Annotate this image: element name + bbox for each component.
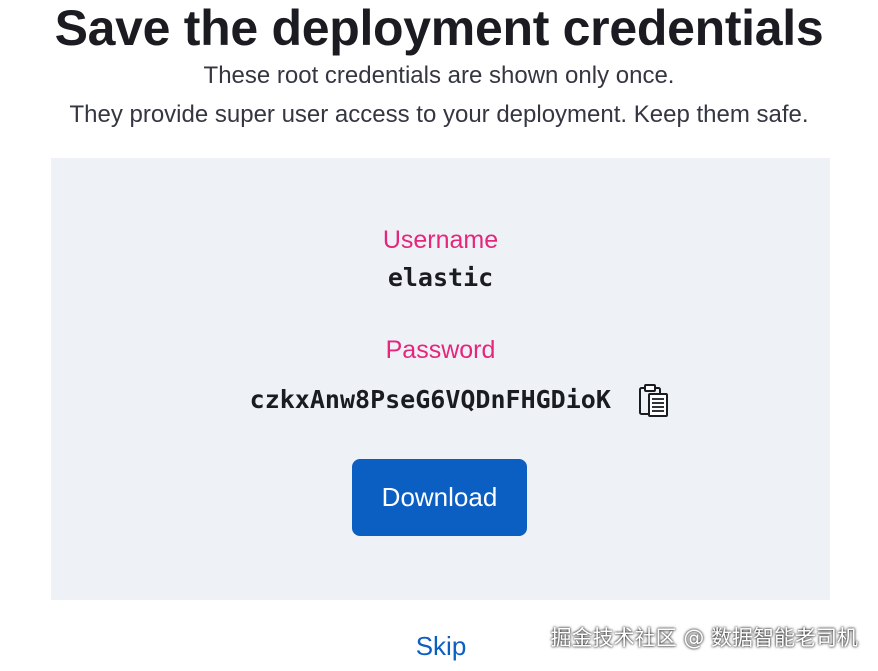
page-title: Save the deployment credentials xyxy=(54,0,824,56)
credentials-panel: Username elastic Password czkxAnw8PseG6V… xyxy=(51,158,830,600)
credentials-page: Save the deployment credentials These ro… xyxy=(0,0,878,671)
password-value: czkxAnw8PseG6VQDnFHGDioK xyxy=(249,385,611,414)
download-button[interactable]: Download xyxy=(352,459,527,536)
username-value: elastic xyxy=(387,263,494,292)
watermark-text: 掘金技术社区 @ 数据智能老司机 xyxy=(550,626,858,650)
subtitle-line-2: They provide super user access to your d… xyxy=(69,101,809,128)
password-row: czkxAnw8PseG6VQDnFHGDioK xyxy=(51,382,830,422)
username-label: Username xyxy=(382,226,499,254)
clipboard-icon[interactable] xyxy=(637,382,671,418)
skip-link[interactable]: Skip xyxy=(391,630,491,662)
password-label: Password xyxy=(385,336,496,364)
subtitle-line-1: These root credentials are shown only on… xyxy=(203,62,675,89)
